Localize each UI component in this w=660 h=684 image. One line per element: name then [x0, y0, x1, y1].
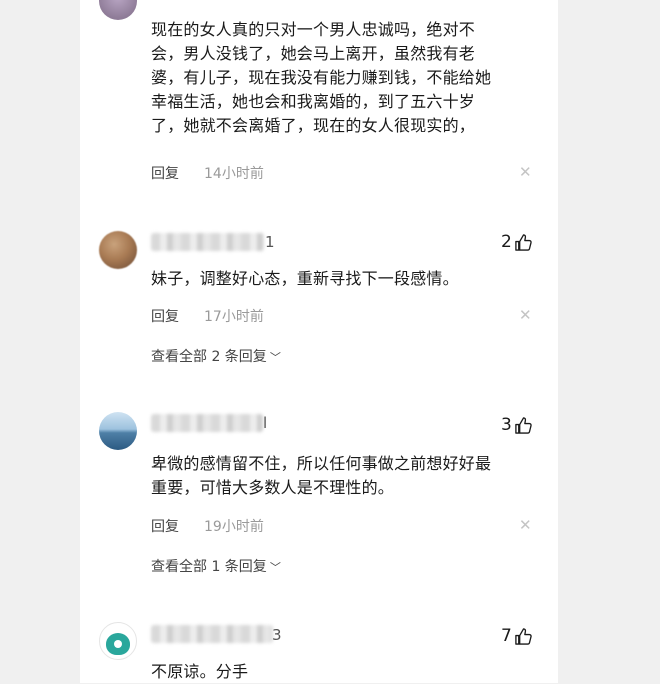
comment-text: 卑微的感情留不住，所以任何事做之前想好好最 重要，可惜大多数人是不理性的。: [151, 454, 492, 497]
reply-button[interactable]: 回复: [151, 163, 179, 183]
comment-text: 现在的女人真的只对一个男人忠诚吗，绝对不 会，男人没钱了，她会马上离开，虽然我有…: [151, 20, 492, 135]
close-icon[interactable]: ✕: [519, 518, 532, 533]
avatar[interactable]: [99, 231, 137, 269]
avatar[interactable]: [99, 412, 137, 450]
username-tail: 3: [272, 626, 282, 644]
reply-button[interactable]: 回复: [151, 516, 179, 536]
comment-time: 17小时前: [204, 309, 264, 325]
thumbs-up-icon: [515, 416, 532, 434]
comment-text: 不原谅。分手: [151, 662, 249, 681]
username-blurred[interactable]: [151, 625, 273, 643]
chevron-down-icon: ﹀: [269, 351, 281, 364]
view-all-label: 查看全部 1 条回复: [151, 559, 267, 575]
view-all-replies-link[interactable]: 查看全部 1 条回复 ﹀: [151, 556, 281, 576]
chevron-down-icon: ﹀: [269, 561, 281, 574]
username-blurred[interactable]: [151, 414, 263, 432]
close-icon[interactable]: ✕: [519, 165, 532, 180]
username-blurred[interactable]: [151, 233, 264, 251]
comment-text: 妹子，调整好心态，重新寻找下一段感情。: [151, 269, 459, 288]
thumbs-up-icon: [515, 627, 532, 645]
thumbs-up-icon: [515, 233, 532, 251]
like-count: 3: [501, 415, 512, 435]
like-count: 2: [501, 232, 512, 252]
comment-time: 14小时前: [204, 166, 264, 182]
username-tail: l: [263, 414, 268, 432]
like-button[interactable]: 3: [501, 415, 533, 435]
avatar[interactable]: [99, 622, 137, 660]
view-all-replies-link[interactable]: 查看全部 2 条回复 ﹀: [151, 346, 281, 366]
close-icon[interactable]: ✕: [519, 308, 532, 323]
like-button[interactable]: 2: [501, 232, 533, 252]
like-count: 7: [501, 626, 512, 646]
like-button[interactable]: 7: [501, 626, 533, 646]
reply-button[interactable]: 回复: [151, 306, 179, 326]
username-tail: 1: [265, 233, 275, 251]
view-all-label: 查看全部 2 条回复: [151, 349, 267, 365]
comment-time: 19小时前: [204, 519, 264, 535]
